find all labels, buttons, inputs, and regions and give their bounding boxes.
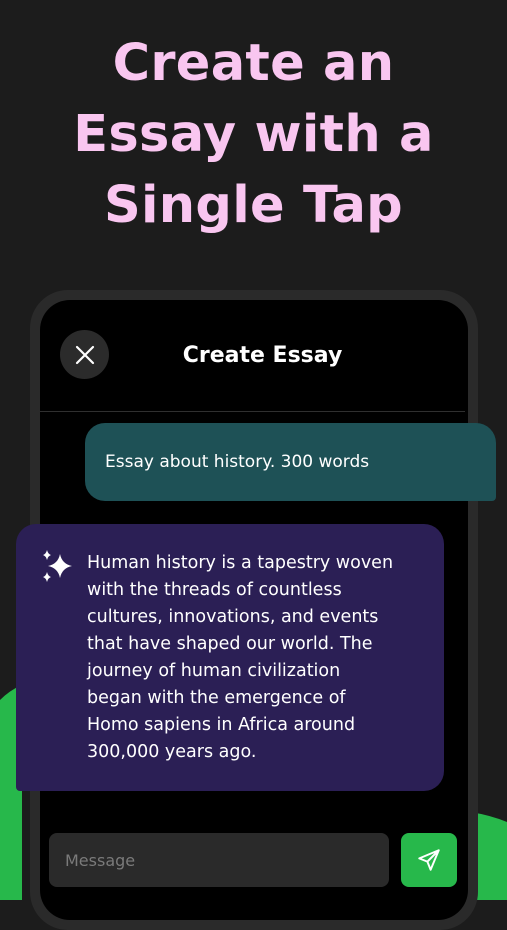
hero-line-2: Essay with a [73, 105, 434, 164]
ai-response-line: began with the emergence of [87, 688, 346, 708]
sparkle-icon [43, 550, 72, 582]
ai-response-line: Human history is a tapestry woven [87, 553, 394, 573]
user-message-text: Essay about history. 300 words [105, 452, 370, 472]
hero-line-3: Single Tap [104, 176, 403, 235]
send-button[interactable] [401, 833, 457, 887]
ai-response-line: Homo sapiens in Africa around [87, 715, 356, 735]
ai-response-line: cultures, innovations, and events [87, 607, 379, 627]
hero-headline: Create an Essay with a Single Tap [0, 28, 507, 241]
ai-response-line: journey of human civilization [87, 661, 341, 681]
ai-response-line: with the threads of countless [87, 580, 342, 600]
user-message-bubble: Essay about history. 300 words [85, 423, 496, 501]
hero-line-1: Create an [112, 34, 395, 93]
ai-response-line: that have shaped our world. The [87, 634, 373, 654]
ai-response-text: Human history is a tapestry woven with t… [87, 550, 427, 766]
message-input[interactable] [49, 833, 389, 887]
screen-title: Create Essay [182, 343, 343, 368]
ai-response-line: 300,000 years ago. [87, 742, 257, 762]
send-icon [418, 849, 440, 871]
header-divider [40, 411, 465, 412]
